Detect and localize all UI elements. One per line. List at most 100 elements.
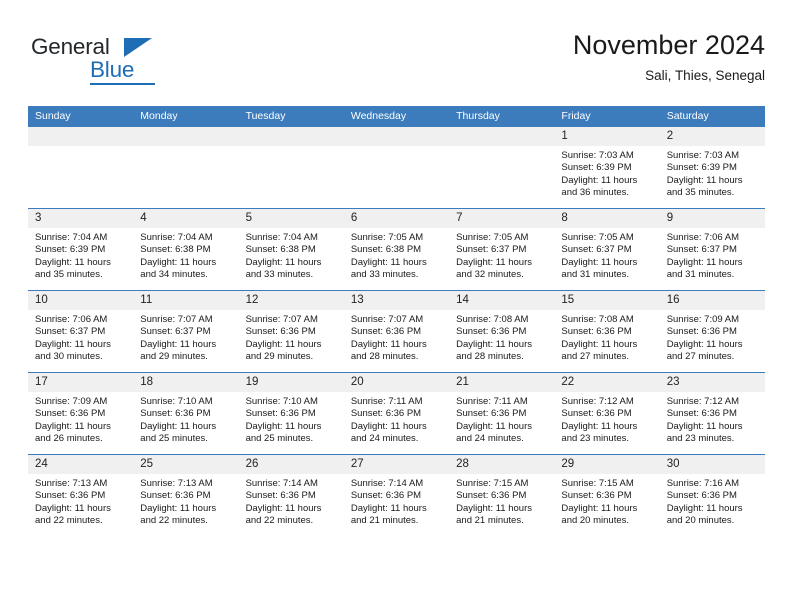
calendar-cell-empty [449, 127, 555, 209]
calendar-day-cell[interactable]: 27 Sunrise: 7:14 AM Sunset: 6:36 PM Dayligh… [343, 454, 450, 536]
day-details: Sunrise: 7:04 AM Sunset: 6:38 PM Daylight:… [239, 228, 344, 282]
calendar-day-cell[interactable]: 3 Sunrise: 7:04 AM Sunset: 6:39 PM Daylight… [28, 208, 134, 291]
day-details: Sunrise: 7:04 AM Sunset: 6:39 PM Daylight:… [28, 228, 133, 282]
weekday-header-friday: Friday [554, 106, 660, 127]
calendar-day-cell[interactable]: 28 Sunrise: 7:15 AM Sunset: 6:36 PM Dayligh… [449, 454, 555, 536]
sunrise-text: Sunrise: 7:07 AM [140, 314, 213, 325]
calendar-day-cell[interactable]: 14 Sunrise: 7:08 AM Sunset: 6:36 PM Dayligh… [449, 290, 555, 373]
sunset-text: Sunset: 6:36 PM [245, 490, 316, 502]
sunset-text: Sunset: 6:36 PM [456, 326, 527, 338]
sunrise-text: Sunrise: 7:14 AM [350, 478, 424, 489]
calendar-day-cell[interactable]: 4 Sunrise: 7:04 AM Sunset: 6:38 PM Daylight… [133, 208, 239, 291]
calendar-day-cell[interactable]: 20 Sunrise: 7:11 AM Sunset: 6:36 PM Dayligh… [343, 372, 450, 455]
sunset-text: Sunset: 6:36 PM [35, 490, 106, 502]
daylight-text: Daylight: 11 hours and 20 minutes. [561, 502, 638, 527]
day-details: Sunrise: 7:06 AM Sunset: 6:37 PM Daylight:… [28, 310, 133, 364]
calendar-day-cell[interactable]: 12 Sunrise: 7:07 AM Sunset: 6:36 PM Dayligh… [238, 290, 344, 373]
calendar-day-cell[interactable]: 8 Sunrise: 7:05 AM Sunset: 6:37 PM Daylight… [554, 208, 660, 291]
calendar-week-row: 1 Sunrise: 7:03 AM Sunset: 6:39 PM Daylight… [28, 127, 765, 209]
calendar-day-cell[interactable]: 24 Sunrise: 7:13 AM Sunset: 6:36 PM Dayligh… [28, 454, 134, 536]
calendar-cell-empty [238, 127, 344, 209]
daylight-text: Daylight: 11 hours and 33 minutes. [350, 256, 427, 281]
calendar-day-cell[interactable]: 9 Sunrise: 7:06 AM Sunset: 6:37 PM Daylight… [659, 208, 765, 291]
daylight-text: Daylight: 11 hours and 27 minutes. [666, 338, 743, 363]
day-details: Sunrise: 7:03 AM Sunset: 6:39 PM Daylight:… [660, 146, 765, 200]
sunrise-text: Sunrise: 7:15 AM [561, 478, 634, 489]
daylight-text: Daylight: 11 hours and 24 minutes. [350, 420, 427, 445]
calendar-day-cell[interactable]: 19 Sunrise: 7:10 AM Sunset: 6:36 PM Dayligh… [238, 372, 344, 455]
day-number: 15 [554, 291, 660, 310]
calendar-table: Sunday Monday Tuesday Wednesday Thursday… [28, 106, 765, 536]
sunrise-text: Sunrise: 7:04 AM [35, 232, 108, 243]
title-block: November 2024 Sali, Thies, Senegal [573, 28, 765, 86]
calendar-day-cell[interactable]: 16 Sunrise: 7:09 AM Sunset: 6:36 PM Dayligh… [659, 290, 765, 373]
calendar-day-cell[interactable]: 5 Sunrise: 7:04 AM Sunset: 6:38 PM Daylight… [238, 208, 344, 291]
calendar-day-cell[interactable]: 26 Sunrise: 7:14 AM Sunset: 6:36 PM Dayligh… [238, 454, 344, 536]
day-number [343, 127, 450, 146]
calendar-week-row: 3 Sunrise: 7:04 AM Sunset: 6:39 PM Daylight… [28, 208, 765, 291]
calendar-day-cell[interactable]: 22 Sunrise: 7:12 AM Sunset: 6:36 PM Dayligh… [554, 372, 660, 455]
calendar-day-cell[interactable]: 7 Sunrise: 7:05 AM Sunset: 6:37 PM Daylight… [449, 208, 555, 291]
sunrise-text: Sunrise: 7:07 AM [350, 314, 424, 325]
logo-underline [90, 83, 155, 85]
day-number [238, 127, 344, 146]
day-details: Sunrise: 7:07 AM Sunset: 6:36 PM Daylight:… [344, 310, 449, 364]
calendar-day-cell[interactable]: 15 Sunrise: 7:08 AM Sunset: 6:36 PM Dayligh… [554, 290, 660, 373]
sunset-text: Sunset: 6:36 PM [350, 490, 422, 502]
daylight-text: Daylight: 11 hours and 22 minutes. [140, 502, 217, 527]
day-number: 7 [449, 209, 555, 228]
daylight-text: Daylight: 11 hours and 27 minutes. [561, 338, 638, 363]
calendar-page: General Blue November 2024 Sali, Thies, … [0, 0, 792, 612]
day-details: Sunrise: 7:04 AM Sunset: 6:38 PM Daylight:… [133, 228, 238, 282]
day-number: 12 [238, 291, 344, 310]
calendar-day-cell[interactable]: 17 Sunrise: 7:09 AM Sunset: 6:36 PM Dayligh… [28, 372, 134, 455]
calendar-cell-empty [133, 127, 239, 209]
calendar-day-cell[interactable]: 25 Sunrise: 7:13 AM Sunset: 6:36 PM Dayligh… [133, 454, 239, 536]
sunset-text: Sunset: 6:36 PM [561, 490, 632, 502]
day-details: Sunrise: 7:16 AM Sunset: 6:36 PM Daylight:… [660, 474, 765, 528]
daylight-text: Daylight: 11 hours and 26 minutes. [35, 420, 111, 445]
calendar-day-cell[interactable]: 18 Sunrise: 7:10 AM Sunset: 6:36 PM Dayligh… [133, 372, 239, 455]
day-details: Sunrise: 7:12 AM Sunset: 6:36 PM Daylight:… [660, 392, 765, 446]
day-details: Sunrise: 7:05 AM Sunset: 6:37 PM Daylight:… [449, 228, 554, 282]
day-number: 13 [343, 291, 450, 310]
calendar-day-cell[interactable]: 13 Sunrise: 7:07 AM Sunset: 6:36 PM Dayligh… [343, 290, 450, 373]
calendar-day-cell[interactable]: 1 Sunrise: 7:03 AM Sunset: 6:39 PM Daylight… [554, 127, 660, 209]
sunrise-text: Sunrise: 7:12 AM [561, 396, 634, 407]
day-number: 9 [659, 209, 765, 228]
day-details: Sunrise: 7:14 AM Sunset: 6:36 PM Daylight:… [239, 474, 344, 528]
sunset-text: Sunset: 6:36 PM [666, 490, 737, 502]
day-number: 18 [133, 373, 239, 392]
sunset-text: Sunset: 6:39 PM [35, 244, 106, 256]
calendar-day-cell[interactable]: 21 Sunrise: 7:11 AM Sunset: 6:36 PM Dayligh… [449, 372, 555, 455]
sunrise-text: Sunrise: 7:04 AM [140, 232, 213, 243]
calendar-day-cell[interactable]: 10 Sunrise: 7:06 AM Sunset: 6:37 PM Dayligh… [28, 290, 134, 373]
page-subtitle: Sali, Thies, Senegal [645, 68, 765, 83]
calendar-day-cell[interactable]: 23 Sunrise: 7:12 AM Sunset: 6:36 PM Dayligh… [659, 372, 765, 455]
day-number: 19 [238, 373, 344, 392]
sunset-text: Sunset: 6:36 PM [561, 408, 632, 420]
calendar-day-cell[interactable]: 11 Sunrise: 7:07 AM Sunset: 6:37 PM Dayligh… [133, 290, 239, 373]
sunrise-text: Sunrise: 7:09 AM [666, 314, 740, 325]
sunset-text: Sunset: 6:36 PM [245, 326, 316, 338]
daylight-text: Daylight: 11 hours and 23 minutes. [561, 420, 638, 445]
daylight-text: Daylight: 11 hours and 29 minutes. [140, 338, 217, 363]
calendar-day-cell[interactable]: 2 Sunrise: 7:03 AM Sunset: 6:39 PM Daylight… [659, 127, 765, 209]
general-blue-logo[interactable]: General Blue [28, 34, 228, 92]
sunrise-text: Sunrise: 7:09 AM [35, 396, 108, 407]
page-title: November 2024 [572, 30, 765, 60]
calendar-week-row: 10 Sunrise: 7:06 AM Sunset: 6:37 PM Dayligh… [28, 290, 765, 373]
sunrise-text: Sunrise: 7:16 AM [666, 478, 740, 489]
calendar-cell-empty [343, 127, 450, 209]
sunrise-text: Sunrise: 7:15 AM [456, 478, 529, 489]
calendar-day-cell[interactable]: 6 Sunrise: 7:05 AM Sunset: 6:38 PM Daylight… [343, 208, 450, 291]
sunrise-text: Sunrise: 7:06 AM [666, 232, 740, 243]
calendar-day-cell[interactable]: 29 Sunrise: 7:15 AM Sunset: 6:36 PM Dayligh… [554, 454, 660, 536]
calendar-day-cell[interactable]: 30 Sunrise: 7:16 AM Sunset: 6:36 PM Dayligh… [659, 454, 765, 536]
day-details: Sunrise: 7:15 AM Sunset: 6:36 PM Daylight:… [554, 474, 659, 528]
sunset-text: Sunset: 6:36 PM [666, 326, 737, 338]
calendar-body: 1 Sunrise: 7:03 AM Sunset: 6:39 PM Daylight… [28, 127, 765, 536]
sunset-text: Sunset: 6:39 PM [561, 162, 632, 174]
daylight-text: Daylight: 11 hours and 36 minutes. [561, 174, 638, 199]
sunrise-text: Sunrise: 7:08 AM [561, 314, 634, 325]
